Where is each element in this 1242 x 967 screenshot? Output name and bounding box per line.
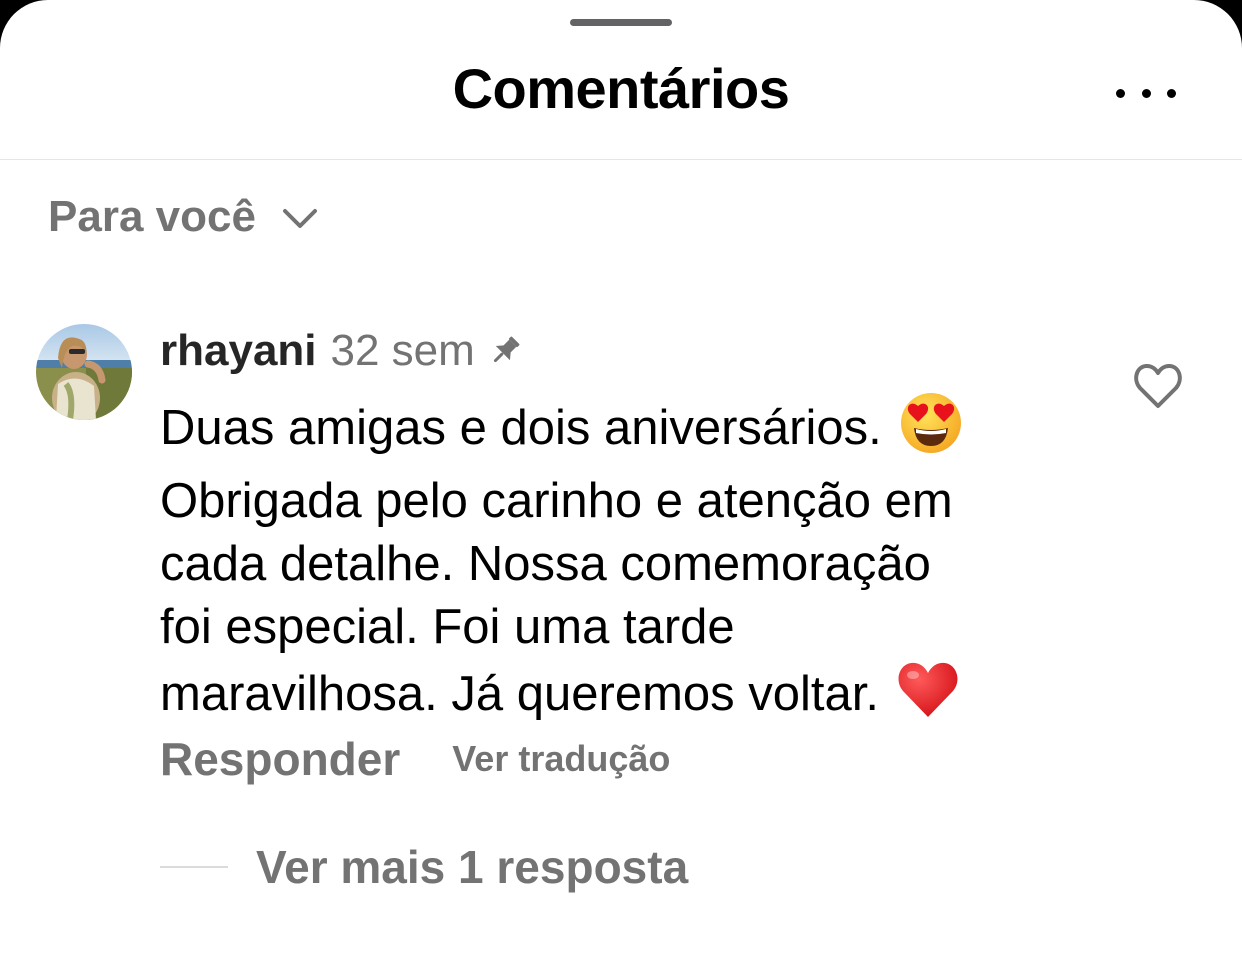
sort-filter-label: Para você bbox=[48, 192, 256, 241]
pin-icon bbox=[493, 336, 520, 363]
view-more-replies-button[interactable]: Ver mais 1 resposta bbox=[160, 840, 688, 894]
replies-divider-line bbox=[160, 866, 228, 868]
translate-button[interactable]: Ver tradução bbox=[452, 738, 670, 780]
more-horizontal-icon bbox=[1116, 88, 1125, 98]
red-heart-emoji bbox=[897, 659, 959, 735]
more-horizontal-icon-dot bbox=[1141, 88, 1151, 98]
comment-text: Duas amigas e dois aniversários. Obrigad… bbox=[160, 392, 1060, 735]
reply-button[interactable]: Responder bbox=[160, 732, 400, 786]
red-heart-emoji-icon bbox=[898, 662, 958, 717]
view-more-replies-label: Ver mais 1 resposta bbox=[256, 841, 689, 893]
sheet-title: Comentários bbox=[452, 57, 790, 120]
sort-filter-dropdown[interactable]: Para você bbox=[48, 192, 318, 242]
header-divider bbox=[0, 159, 1242, 160]
heart-outline-icon[interactable] bbox=[1132, 362, 1184, 410]
sheet-grabber[interactable] bbox=[570, 19, 672, 26]
comment-username[interactable]: rhayani bbox=[160, 326, 317, 376]
heart-eyes-emoji-icon bbox=[900, 393, 961, 453]
comment-header: rhayani 32 sem bbox=[160, 324, 523, 378]
heart-eyes-emoji bbox=[900, 392, 962, 470]
avatar[interactable] bbox=[36, 324, 132, 420]
comment-actions: Responder Ver tradução bbox=[160, 732, 670, 786]
profile-photo bbox=[36, 324, 132, 420]
chevron-down-icon bbox=[282, 209, 317, 228]
comment-timestamp: 32 sem bbox=[330, 326, 475, 375]
more-options-button[interactable] bbox=[1116, 78, 1176, 108]
comment-text-body: Obrigada pelo carinho e atenção em cada … bbox=[160, 474, 953, 721]
more-horizontal-icon-dot bbox=[1167, 88, 1176, 98]
comment-text-line1: Duas amigas e dois aniversários. bbox=[160, 400, 882, 455]
comments-sheet: Comentários Para você rhayani 32 sem Dua… bbox=[0, 0, 1242, 967]
